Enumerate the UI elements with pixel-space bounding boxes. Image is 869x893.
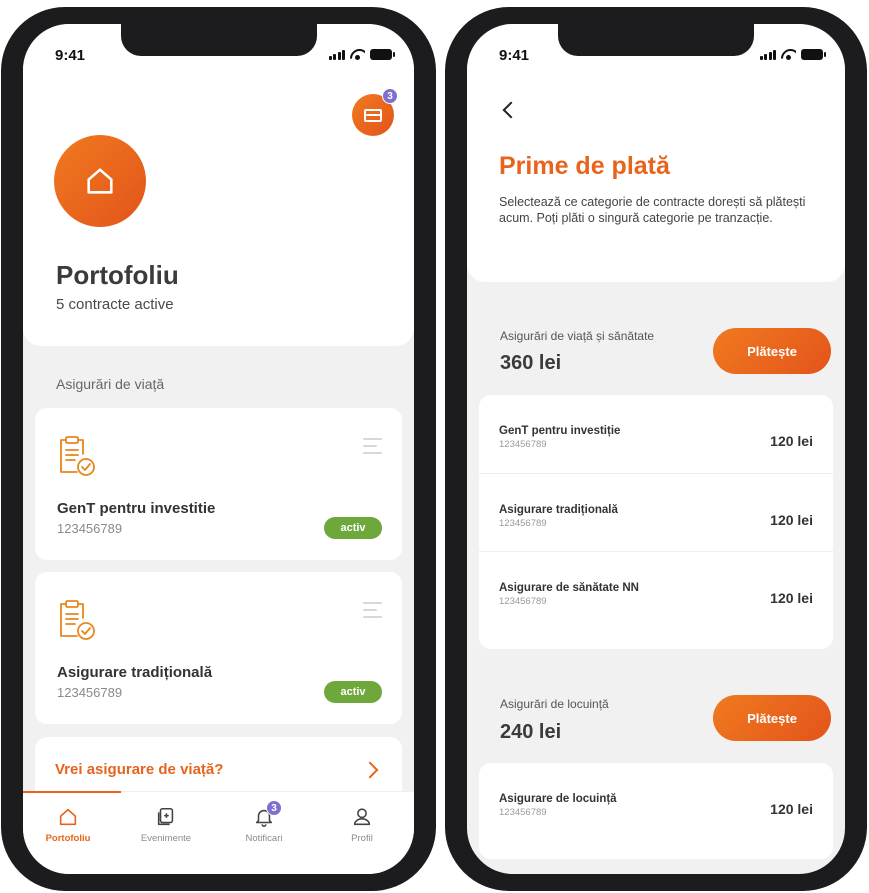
contract-number: 123456789 bbox=[57, 521, 123, 536]
item-name: Asigurare tradițională bbox=[499, 504, 618, 516]
page-subtitle: 5 contracte active bbox=[56, 296, 174, 313]
page-title: Portofoliu bbox=[56, 260, 179, 290]
contract-list: GenT pentru investiție 123456789 120 lei… bbox=[479, 395, 833, 649]
item-number: 123456789 bbox=[499, 439, 547, 450]
group-label: Asigurări de locuință bbox=[500, 697, 609, 711]
item-name: GenT pentru investiție bbox=[499, 425, 621, 437]
phone-portfolio: 9:41 3 Portofoliu 5 contracte active Asi… bbox=[1, 7, 436, 891]
item-amount: 120 lei bbox=[770, 433, 813, 449]
item-amount: 120 lei bbox=[770, 512, 813, 528]
contract-card[interactable]: Asigurare tradițională 123456789 activ bbox=[35, 572, 402, 724]
group-amount: 240 lei bbox=[500, 721, 562, 743]
notification-badge: 3 bbox=[266, 800, 282, 816]
tab-label: Profil bbox=[351, 833, 373, 844]
tab-bar: Portofoliu Evenimente 3 Notificari Profi… bbox=[23, 791, 414, 874]
group-amount: 360 lei bbox=[500, 352, 562, 374]
section-label: Asigurări de viață bbox=[56, 376, 165, 392]
list-item: Asigurare tradițională 123456789 120 lei bbox=[479, 473, 833, 551]
pay-button[interactable]: Plătește bbox=[713, 695, 831, 741]
pay-button[interactable]: Plătește bbox=[713, 328, 831, 374]
status-time: 9:41 bbox=[499, 47, 530, 64]
document-plus-icon bbox=[121, 806, 211, 828]
portfolio-home-icon bbox=[54, 135, 146, 227]
status-badge: activ bbox=[324, 517, 382, 539]
card-menu-icon[interactable] bbox=[363, 438, 382, 459]
contract-document-icon bbox=[57, 434, 99, 483]
item-amount: 120 lei bbox=[770, 801, 813, 817]
user-icon bbox=[317, 806, 407, 828]
portfolio-screen: 9:41 3 Portofoliu 5 contracte active Asi… bbox=[23, 24, 414, 874]
promo-text: Vrei asigurare de viață? bbox=[55, 761, 224, 778]
payments-badge: 3 bbox=[382, 88, 398, 104]
wifi-icon bbox=[350, 49, 365, 60]
payments-button[interactable]: 3 bbox=[352, 88, 398, 136]
wifi-icon bbox=[781, 49, 796, 60]
signal-icon bbox=[328, 50, 345, 60]
list-item: GenT pentru investiție 123456789 120 lei bbox=[479, 395, 833, 473]
phone-payments: 9:41 Prime de plată Selectează ce catego… bbox=[445, 7, 867, 891]
page-description: Selectează ce categorie de contracte dor… bbox=[499, 195, 806, 225]
item-number: 123456789 bbox=[499, 518, 547, 529]
item-number: 123456789 bbox=[499, 596, 547, 607]
status-badge: activ bbox=[324, 681, 382, 703]
list-item: Asigurare de sănătate NN 123456789 120 l… bbox=[479, 551, 833, 629]
tab-label: Notificari bbox=[245, 833, 283, 844]
card-menu-icon[interactable] bbox=[363, 602, 382, 623]
tab-portofoliu[interactable]: Portofoliu bbox=[23, 806, 113, 844]
status-time: 9:41 bbox=[55, 47, 86, 64]
list-item: Asigurare de locuință 123456789 120 lei bbox=[479, 763, 833, 841]
contract-name: Asigurare tradițională bbox=[57, 664, 213, 681]
back-arrow-icon[interactable] bbox=[502, 101, 520, 119]
payments-screen: 9:41 Prime de plată Selectează ce catego… bbox=[467, 24, 845, 874]
tab-label: Evenimente bbox=[140, 833, 192, 844]
group-label: Asigurări de viață și sănătate bbox=[500, 329, 655, 343]
bell-icon: 3 bbox=[219, 800, 309, 828]
tab-label: Portofoliu bbox=[45, 833, 91, 844]
item-number: 123456789 bbox=[499, 807, 547, 818]
credit-card-icon bbox=[364, 108, 382, 122]
chevron-right-icon bbox=[361, 761, 379, 779]
page-title: Prime de plată bbox=[499, 152, 670, 180]
contract-card[interactable]: GenT pentru investitie 123456789 activ bbox=[35, 408, 402, 560]
contract-document-icon bbox=[57, 598, 99, 647]
contract-name: GenT pentru investitie bbox=[57, 500, 216, 517]
tab-profil[interactable]: Profil bbox=[317, 806, 407, 844]
contract-number: 123456789 bbox=[57, 685, 123, 700]
battery-icon bbox=[370, 49, 395, 60]
tab-notificari[interactable]: 3 Notificari bbox=[219, 800, 309, 844]
item-name: Asigurare de sănătate NN bbox=[499, 582, 639, 594]
contract-list: Asigurare de locuință 123456789 120 lei bbox=[479, 763, 833, 859]
battery-icon bbox=[801, 49, 826, 60]
item-name: Asigurare de locuință bbox=[499, 793, 617, 805]
notch bbox=[558, 24, 754, 56]
signal-icon bbox=[759, 50, 776, 60]
home-icon bbox=[23, 806, 113, 828]
notch bbox=[120, 24, 317, 56]
tab-indicator bbox=[23, 791, 121, 793]
tab-evenimente[interactable]: Evenimente bbox=[121, 806, 211, 844]
item-amount: 120 lei bbox=[770, 590, 813, 606]
